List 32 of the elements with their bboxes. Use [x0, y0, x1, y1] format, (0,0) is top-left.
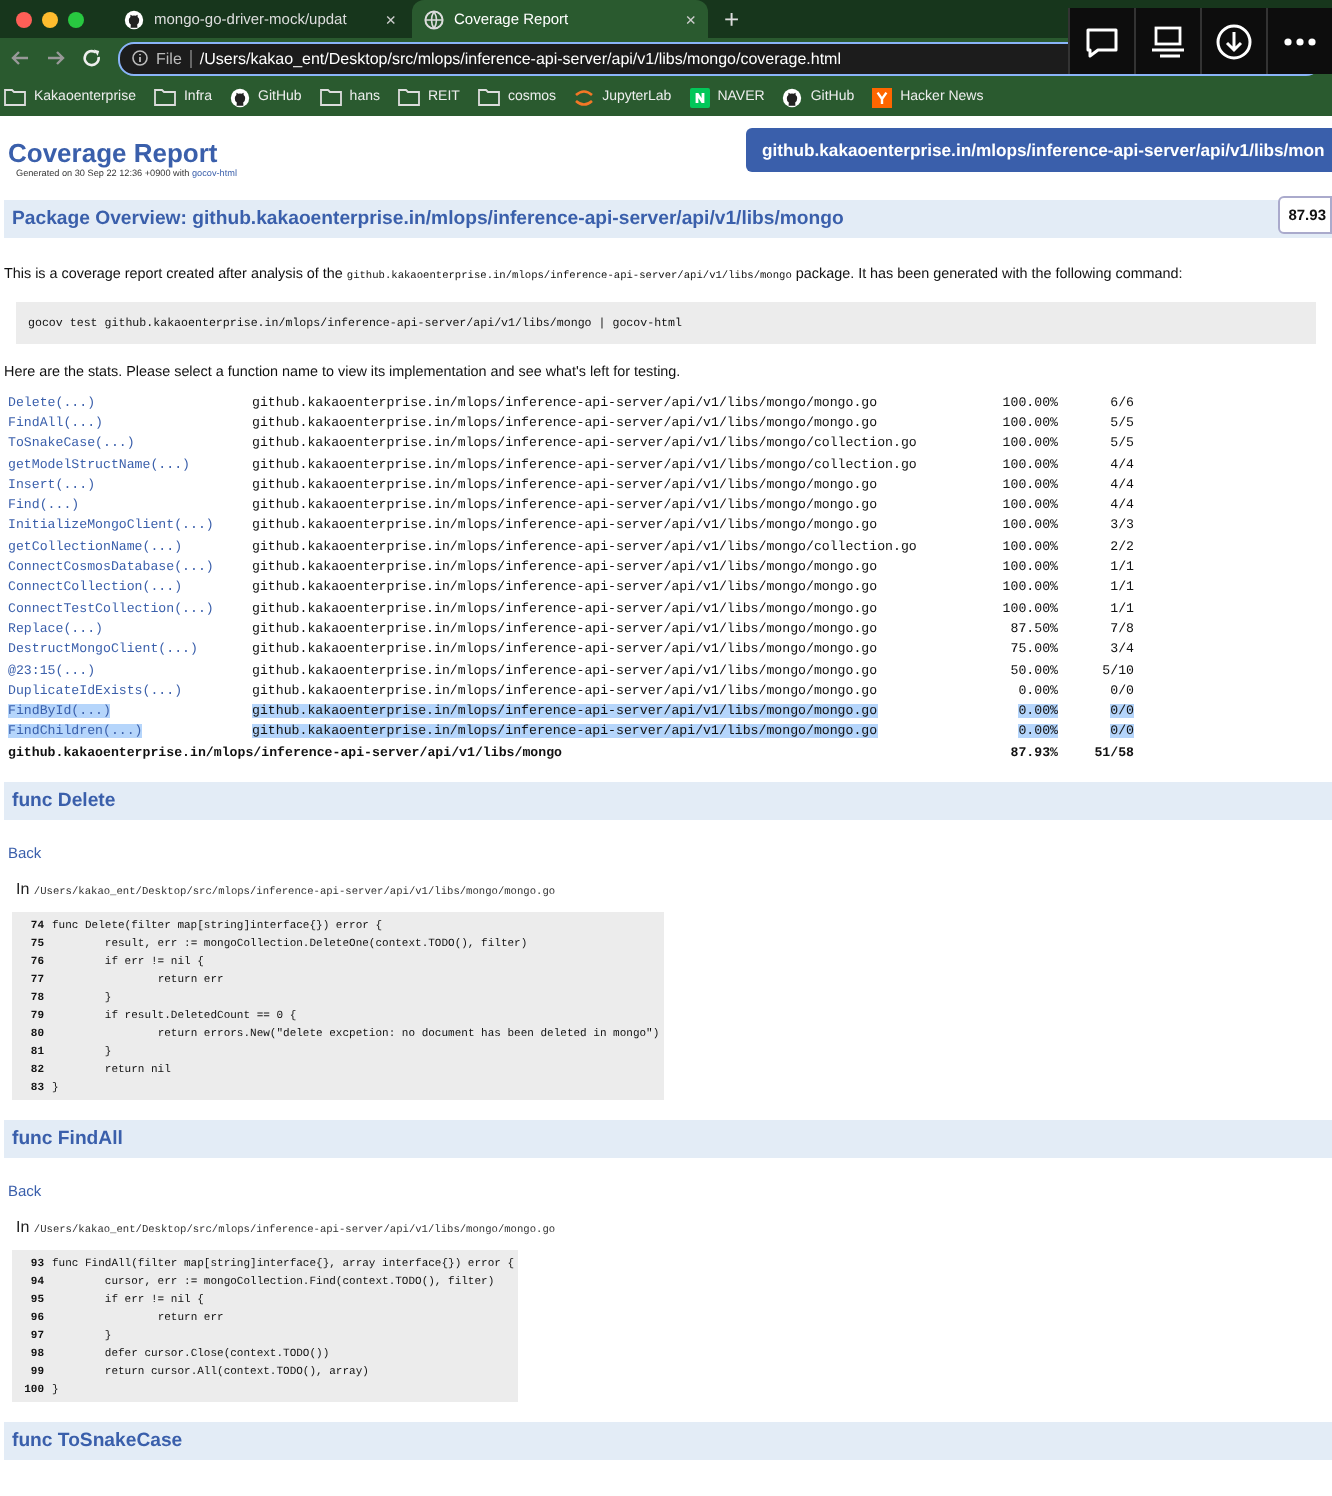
jupyter-icon	[574, 87, 595, 107]
github-icon	[782, 87, 803, 107]
hacker-news-icon	[872, 87, 893, 107]
info-icon	[132, 50, 148, 66]
function-heading: func Delete	[4, 782, 1332, 821]
folder-icon	[319, 88, 342, 106]
layout-icon	[1146, 21, 1190, 61]
function-heading: func FindAll	[4, 1120, 1332, 1159]
window-control-dot[interactable]	[42, 11, 58, 27]
new-tab-button[interactable]: +	[712, 4, 752, 34]
file-scheme-label: File	[156, 49, 192, 67]
folder-icon	[397, 88, 420, 106]
close-tab-button[interactable]: ×	[385, 9, 396, 29]
reload-icon	[82, 48, 102, 68]
folder-icon	[4, 88, 26, 106]
url-text: /Users/kakao_ent/Desktop/src/mlops/inference-api-server/api/v1/libs/mongo/coverage.html	[199, 49, 841, 67]
package-banner: github.kakaoenterprise.in/mlops/inference-api-server/api/v1/libs/mon	[746, 128, 1332, 172]
download-icon	[1212, 21, 1256, 61]
back-arrow-icon	[10, 48, 30, 68]
more-icon	[1284, 37, 1316, 45]
github-icon	[230, 87, 250, 107]
close-tab-button[interactable]: ×	[685, 9, 696, 29]
report-title: Coverage Report	[8, 138, 220, 168]
globe-icon	[424, 9, 444, 29]
naver-icon	[689, 87, 710, 107]
folder-icon	[477, 88, 500, 106]
forward-arrow-icon	[46, 48, 66, 68]
window-control-dot[interactable]	[68, 11, 84, 27]
folder-icon	[153, 88, 176, 106]
function-heading: func ToSnakeCase	[4, 1422, 1332, 1461]
github-icon	[124, 9, 144, 29]
window-control-dot[interactable]	[16, 11, 32, 27]
